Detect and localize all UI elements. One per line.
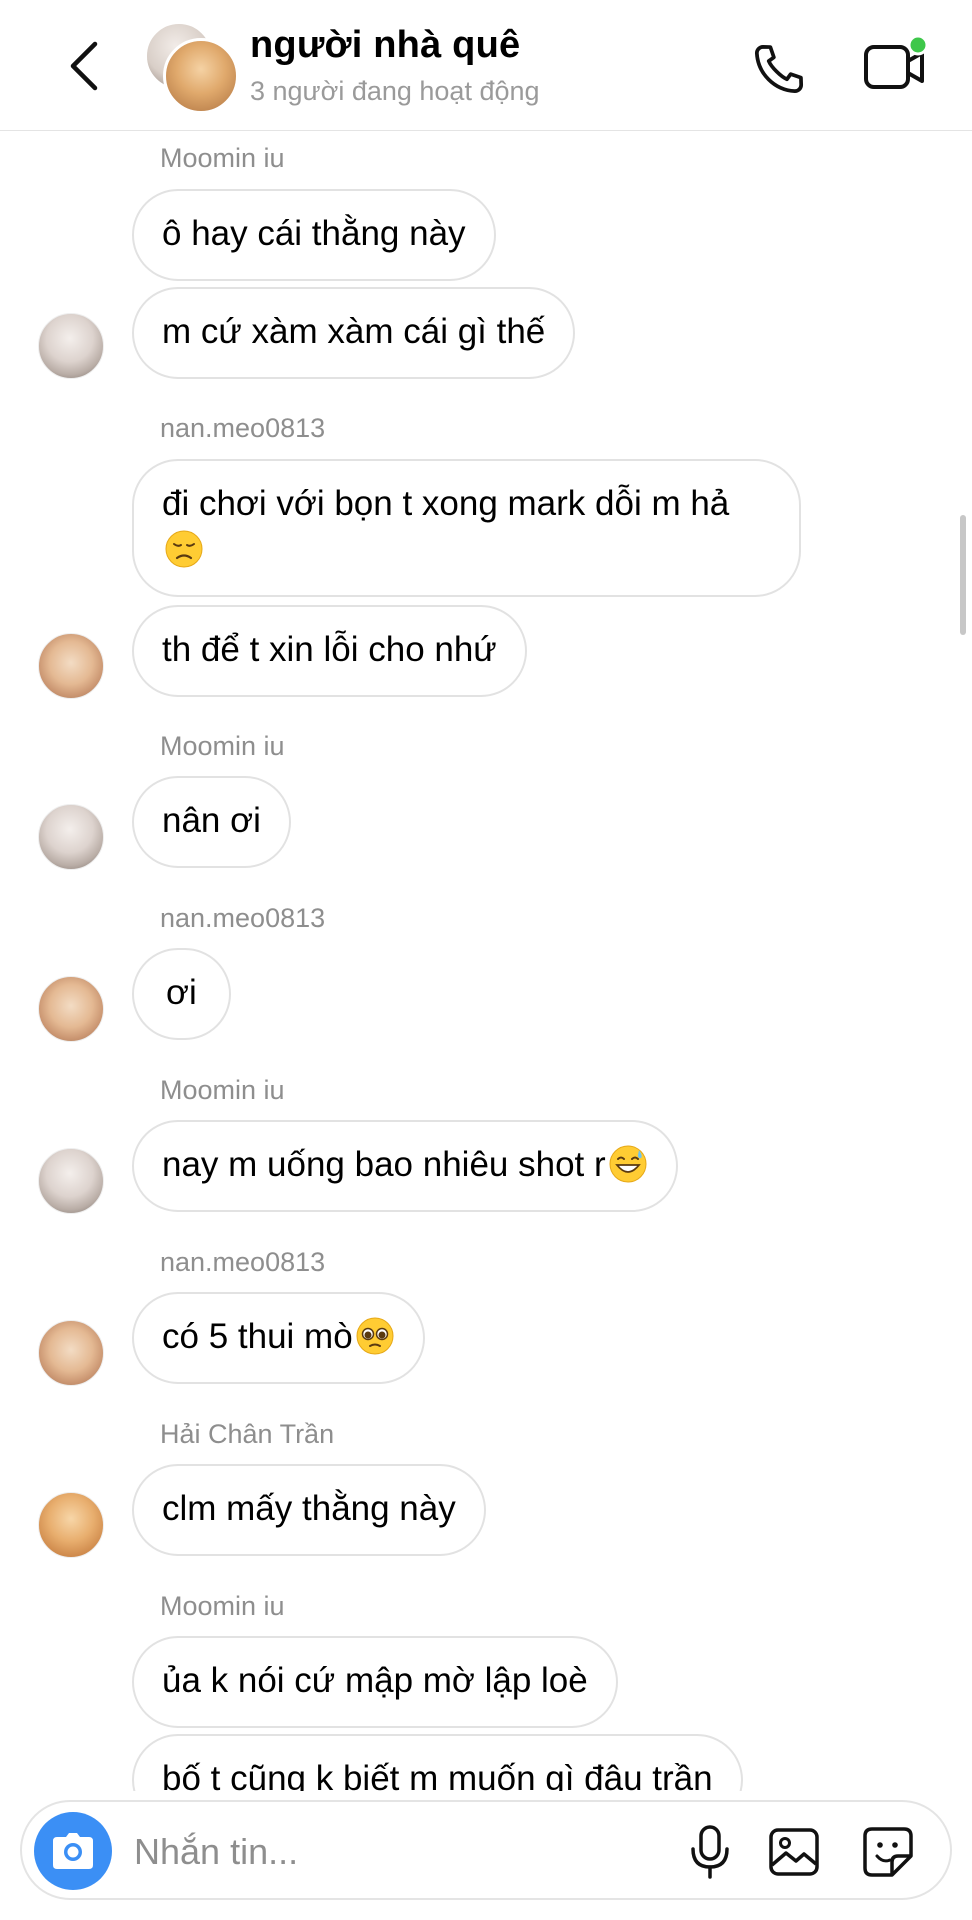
sender-name: Moomin iu — [160, 1075, 285, 1105]
sender-name: Hải Chân Trần — [160, 1419, 335, 1449]
grinning-sweat-emoji — [609, 1145, 647, 1183]
sender-name: Moomin iu — [160, 1591, 285, 1621]
avatar[interactable] — [38, 1492, 104, 1558]
message-text: clm mấy thằng này — [162, 1489, 456, 1528]
avatar[interactable] — [38, 1320, 104, 1386]
message-bubble[interactable]: th để t xin lỗi cho nhứ — [132, 605, 527, 697]
message-bubble[interactable]: nay m uống bao nhiêu shot r — [132, 1120, 678, 1212]
message-bubble[interactable]: ủa k nói cứ mập mờ lập loè — [132, 1636, 618, 1728]
member-avatar — [163, 38, 239, 114]
chat-screen: người nhà quê 3 người đang hoạt động Moo… — [0, 0, 972, 1920]
active-status: 3 người đang hoạt động — [250, 76, 540, 106]
message-bubble[interactable]: m cứ xàm xàm cái gì thế — [132, 287, 576, 379]
avatar[interactable] — [38, 313, 104, 379]
message-bubble[interactable]: đi chơi với bọn t xong mark dỗi m hả — [132, 459, 801, 597]
sender-name: nan.meo0813 — [160, 903, 326, 933]
disappointed-face-emoji — [165, 530, 203, 568]
message-text: nân ơi — [162, 801, 261, 840]
sticker-icon — [863, 1827, 913, 1877]
message-list[interactable]: Moomin iu ô hay cái thằng này m cứ xàm x… — [0, 131, 972, 1791]
gallery-icon — [769, 1828, 819, 1876]
message-text: th để t xin lỗi cho nhứ — [162, 630, 497, 669]
sticker-button[interactable] — [860, 1824, 916, 1880]
message-text: m cứ xàm xàm cái gì thế — [162, 312, 546, 351]
group-avatar[interactable] — [145, 22, 239, 114]
sender-name: Moomin iu — [160, 731, 285, 761]
camera-button[interactable] — [34, 1812, 112, 1890]
gallery-button[interactable] — [766, 1824, 822, 1880]
avatar[interactable] — [38, 1148, 104, 1214]
message-text: bố t cũng k biết m muốn gì đâu trần — [162, 1759, 713, 1791]
active-dot — [907, 35, 928, 56]
avatar[interactable] — [38, 976, 104, 1042]
sender-name: Moomin iu — [160, 143, 285, 173]
message-text: ô hay cái thằng này — [162, 214, 466, 253]
back-button[interactable] — [60, 40, 108, 92]
avatar[interactable] — [38, 633, 104, 699]
message-composer — [20, 1800, 952, 1900]
voice-call-button[interactable] — [748, 38, 810, 100]
message-bubble[interactable]: ô hay cái thằng này — [132, 189, 496, 281]
camera-icon — [53, 1833, 93, 1869]
video-call-button[interactable] — [860, 34, 930, 96]
sender-name: nan.meo0813 — [160, 1247, 326, 1277]
sender-name: nan.meo0813 — [160, 413, 326, 443]
message-text: đi chơi với bọn t xong mark dỗi m hả — [162, 484, 730, 523]
message-text: nay m uống bao nhiêu shot r — [162, 1145, 606, 1184]
message-text: ơi — [166, 973, 197, 1012]
message-bubble[interactable]: ơi — [132, 948, 231, 1040]
message-bubble[interactable]: clm mấy thằng này — [132, 1464, 486, 1556]
voice-message-button[interactable] — [682, 1824, 738, 1880]
chat-title[interactable]: người nhà quê — [250, 24, 520, 67]
pleading-face-emoji — [356, 1317, 394, 1355]
message-text: ủa k nói cứ mập mờ lập loè — [162, 1661, 588, 1700]
chat-header: người nhà quê 3 người đang hoạt động — [0, 0, 972, 131]
message-text: có 5 thui mò — [162, 1317, 353, 1356]
message-bubble[interactable]: có 5 thui mò — [132, 1292, 425, 1384]
scrollbar[interactable] — [960, 515, 966, 635]
message-bubble[interactable]: nân ơi — [132, 776, 291, 868]
chevron-left-icon — [70, 41, 98, 91]
video-camera-icon — [864, 35, 928, 89]
microphone-icon — [691, 1825, 729, 1879]
avatar[interactable] — [38, 804, 104, 870]
phone-icon — [754, 44, 804, 94]
message-input[interactable] — [132, 1822, 656, 1882]
message-bubble[interactable]: bố t cũng k biết m muốn gì đâu trần — [132, 1734, 743, 1791]
